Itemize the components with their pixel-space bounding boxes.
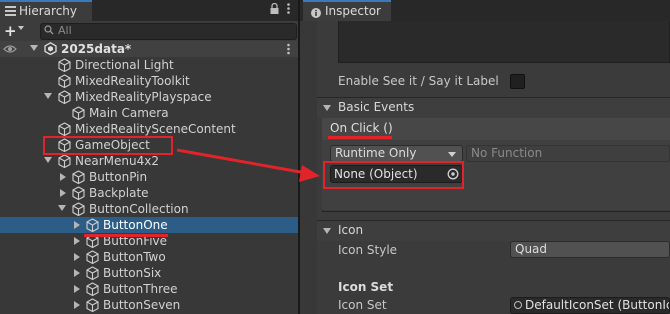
annotation-arrow <box>176 148 320 182</box>
